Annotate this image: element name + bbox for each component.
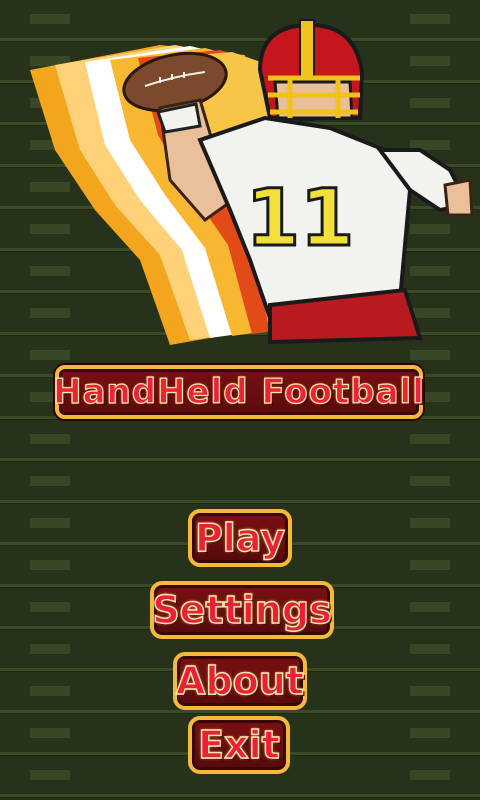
- about-label: About: [175, 658, 304, 703]
- exit-label: Exit: [197, 722, 280, 767]
- settings-button[interactable]: Settings: [150, 581, 334, 639]
- play-button[interactable]: Play: [188, 509, 292, 567]
- game-title: HandHeld Football: [53, 371, 425, 412]
- exit-button[interactable]: Exit: [188, 716, 290, 774]
- helmet-icon: [257, 19, 365, 121]
- play-label: Play: [194, 515, 286, 560]
- about-button[interactable]: About: [173, 652, 307, 710]
- game-title-plate: HandHeld Football: [53, 365, 425, 419]
- quarterback-illustration: 11: [30, 19, 474, 345]
- jersey-number: 11: [246, 174, 355, 264]
- settings-label: Settings: [152, 587, 333, 632]
